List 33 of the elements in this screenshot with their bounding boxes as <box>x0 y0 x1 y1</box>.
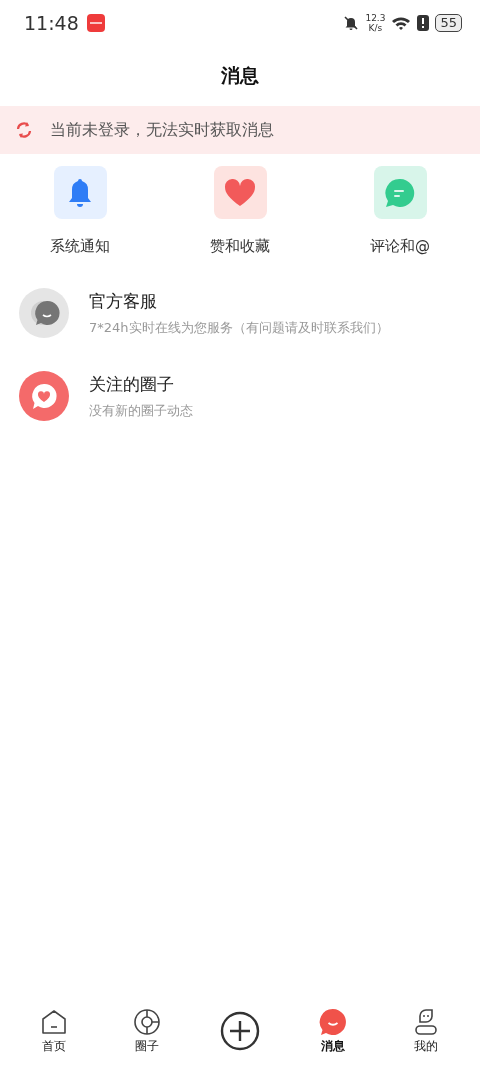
quick-action-label[interactable]: 系统通知 <box>50 237 110 256</box>
conversation-item[interactable]: 关注的圈子 没有新的圈子动态 <box>0 371 480 421</box>
chat-bubble-icon[interactable] <box>384 176 416 209</box>
add-button-icon[interactable] <box>220 1011 260 1051</box>
conversation-item[interactable]: 官方客服 7*24h实时在线为您服务（有问题请及时联系我们） <box>0 288 480 338</box>
wifi-icon <box>391 15 412 31</box>
heart-icon[interactable] <box>224 178 256 207</box>
status-time: 11:48 <box>24 12 79 34</box>
banner-text: 当前未登录，无法实时获取消息 <box>50 119 274 141</box>
nav-tab[interactable]: 圈子 <box>100 1007 194 1055</box>
nav-tab[interactable]: 消息 <box>286 1007 380 1055</box>
network-speed: 12.3 K/s <box>365 13 386 33</box>
chat-bubble-icon <box>318 1007 347 1036</box>
refresh-icon <box>14 120 34 140</box>
alert-icon <box>417 15 430 31</box>
conversation-title: 官方客服 <box>89 289 158 313</box>
quick-action-label[interactable]: 赞和收藏 <box>210 237 270 256</box>
conversation-title: 关注的圈子 <box>89 372 175 396</box>
bell-muted-icon <box>343 15 360 31</box>
service-avatar-icon <box>19 288 69 338</box>
quick-action-label[interactable]: 评论和@ <box>370 237 430 256</box>
conversation-subtitle: 7*24h实时在线为您服务（有问题请及时联系我们） <box>89 318 389 337</box>
pie-chart-icon <box>133 1007 162 1036</box>
battery-indicator: 55 <box>435 14 462 32</box>
page-title: 消息 <box>221 63 259 88</box>
nav-tab[interactable]: 我的 <box>379 1007 472 1055</box>
conversation-subtitle: 没有新的圈子动态 <box>89 401 193 420</box>
circle-avatar-icon <box>19 371 69 421</box>
app-icon <box>86 14 105 32</box>
home-icon <box>40 1007 69 1036</box>
nav-tab[interactable]: 首页 <box>8 1007 101 1055</box>
login-banner[interactable]: 当前未登录，无法实时获取消息 <box>0 106 480 154</box>
bell-icon[interactable] <box>67 177 93 208</box>
